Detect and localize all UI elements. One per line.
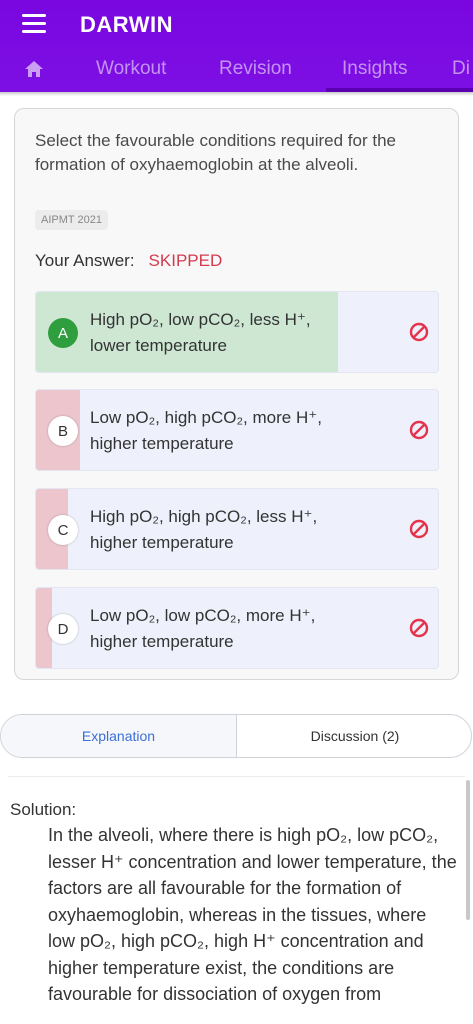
divider — [8, 776, 465, 777]
option-b[interactable]: B Low pO₂, high pCO₂, more H⁺, higher tem… — [35, 389, 439, 471]
answer-status: SKIPPED — [148, 251, 223, 270]
tab-revision[interactable]: Revision — [219, 58, 292, 80]
tab-bar: Workout Revision Insights Di — [0, 50, 473, 92]
question-card: Select the favourable conditions require… — [14, 108, 459, 680]
tab-more[interactable]: Di — [452, 58, 470, 80]
app-title: DARWIN — [80, 12, 174, 37]
solution-text: In the alveoli, where there is high pO₂,… — [48, 825, 457, 1004]
explanation-discussion-toggle: Explanation Discussion (2) — [0, 714, 472, 758]
question-text: Select the favourable conditions require… — [35, 131, 397, 174]
tab-insights[interactable]: Insights — [342, 58, 407, 80]
option-text: High pO₂, high pCO₂, less H⁺, higher temp… — [90, 507, 318, 552]
option-c[interactable]: C High pO₂, high pCO₂, less H⁺, higher te… — [35, 488, 439, 570]
tab-explanation[interactable]: Explanation — [1, 715, 237, 757]
ban-icon[interactable] — [408, 617, 430, 639]
option-a[interactable]: A High pO₂, low pCO₂, less H⁺, lower temp… — [35, 291, 439, 373]
exam-tag: AIPMT 2021 — [35, 210, 108, 230]
tab-discussion[interactable]: Discussion (2) — [237, 715, 471, 757]
your-answer-row: Your Answer: SKIPPED — [35, 251, 222, 271]
ban-icon[interactable] — [408, 321, 430, 343]
your-answer-label: Your Answer: — [35, 251, 135, 270]
option-letter: B — [48, 416, 78, 446]
option-letter: D — [48, 614, 78, 644]
solution-label: Solution: — [10, 800, 77, 819]
option-letter: A — [48, 318, 78, 348]
option-text: High pO₂, low pCO₂, less H⁺, lower temper… — [90, 310, 311, 355]
tab-workout[interactable]: Workout — [96, 58, 166, 80]
header-shadow — [0, 92, 473, 96]
menu-icon[interactable] — [22, 14, 46, 34]
option-d[interactable]: D Low pO₂, low pCO₂, more H⁺, higher temp… — [35, 587, 439, 669]
option-letter: C — [48, 515, 78, 545]
home-icon[interactable] — [24, 60, 44, 78]
option-text: Low pO₂, high pCO₂, more H⁺, higher tempe… — [90, 408, 322, 453]
app-header: DARWIN Workout Revision Insights Di — [0, 0, 473, 92]
scrollbar[interactable] — [466, 780, 470, 920]
ban-icon[interactable] — [408, 419, 430, 441]
option-text: Low pO₂, low pCO₂, more H⁺, higher temper… — [90, 606, 316, 651]
ban-icon[interactable] — [408, 518, 430, 540]
